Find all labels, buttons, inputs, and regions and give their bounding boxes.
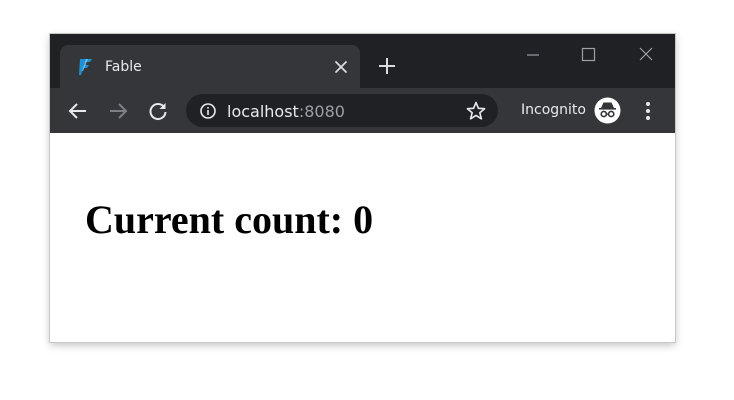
bookmark-star-icon[interactable] [465,100,487,122]
tab-title: Fable [105,59,142,75]
count-heading: Current count: 0 [85,197,374,242]
url-text: localhost:8080 [227,102,345,121]
more-menu-icon[interactable] [639,100,657,122]
browser-tab[interactable]: Fable [60,45,360,88]
url-port: :8080 [298,102,345,121]
close-window-icon[interactable] [631,44,661,66]
close-tab-icon[interactable] [332,58,350,76]
fable-logo-icon [78,58,94,76]
url-host: localhost [227,102,299,121]
new-tab-plus-icon[interactable] [377,56,397,76]
forward-arrow-icon[interactable] [107,100,129,122]
page-content: Current count: 0 [50,133,675,342]
minimize-icon[interactable] [518,44,548,66]
incognito-label[interactable]: Incognito [521,102,586,118]
info-icon[interactable] [199,102,217,120]
browser-window: Fable localhost:8080 Incognito Current c… [50,34,675,342]
browser-toolbar: localhost:8080 Incognito [50,88,675,133]
title-bar: Fable [50,34,675,88]
reload-icon[interactable] [147,100,169,122]
back-arrow-icon[interactable] [67,100,89,122]
address-bar[interactable]: localhost:8080 [186,94,498,127]
incognito-icon[interactable] [594,97,621,124]
maximize-icon[interactable] [573,44,603,66]
